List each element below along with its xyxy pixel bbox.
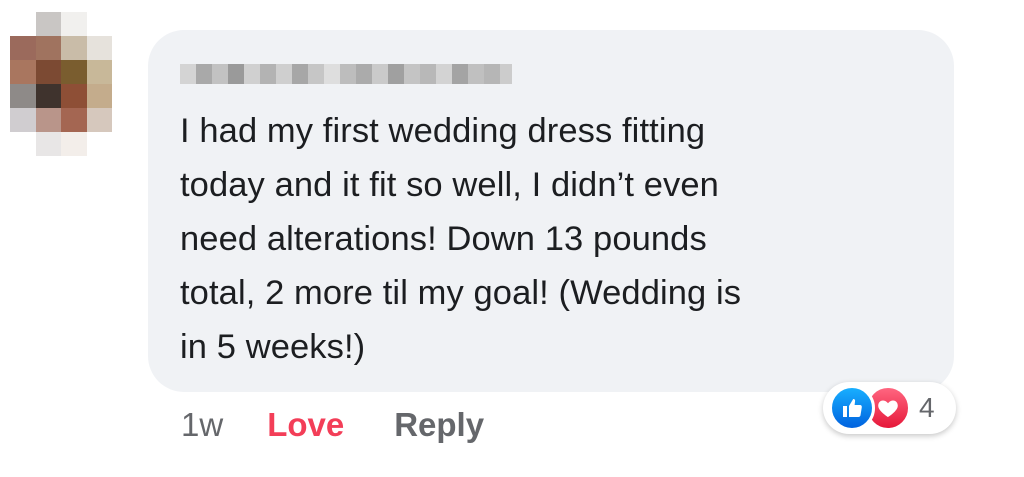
like-icon bbox=[829, 385, 875, 431]
reply-button[interactable]: Reply bbox=[394, 406, 484, 444]
comment-screenshot: I had my first wedding dress fitting tod… bbox=[0, 0, 1024, 477]
comment-actions: 1w Love Reply bbox=[181, 400, 484, 450]
comment-text-line: in 5 weeks!) bbox=[180, 328, 366, 366]
reaction-summary[interactable]: 4 bbox=[823, 382, 956, 434]
comment-text-line: I had my first wedding dress fitting bbox=[180, 112, 706, 150]
comment-text: I had my first wedding dress fitting tod… bbox=[180, 104, 940, 374]
love-reaction-button[interactable]: Love bbox=[267, 406, 344, 444]
avatar[interactable] bbox=[10, 12, 138, 156]
comment-text-line: today and it fit so well, I didn’t even bbox=[180, 166, 719, 204]
comment-text-line: need alterations! Down 13 pounds bbox=[180, 220, 707, 258]
redacted-author-name[interactable] bbox=[180, 64, 512, 84]
reaction-count: 4 bbox=[919, 392, 935, 423]
comment-timestamp[interactable]: 1w bbox=[181, 406, 223, 444]
comment-text-line: total, 2 more til my goal! (Wedding is bbox=[180, 274, 742, 312]
